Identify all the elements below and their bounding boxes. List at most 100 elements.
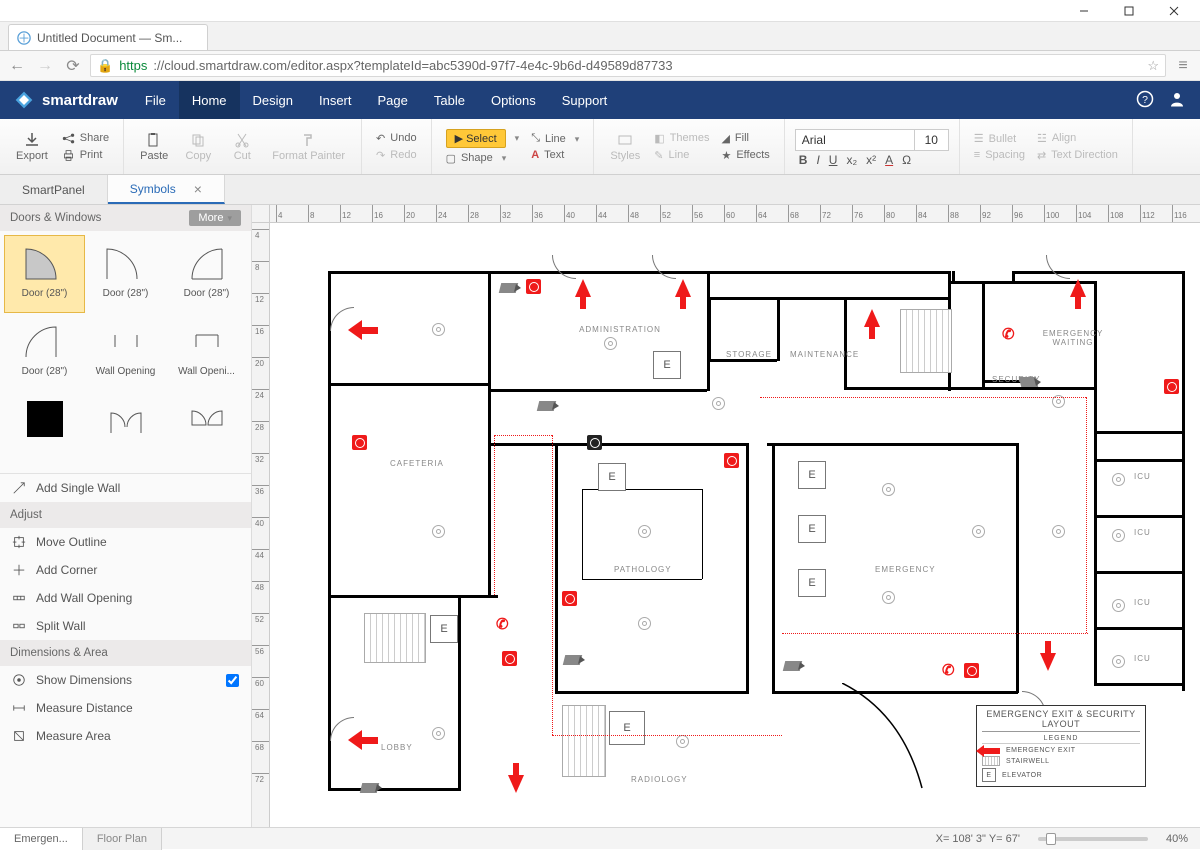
- font-name-input[interactable]: Arial: [795, 129, 915, 151]
- symbol-door-2[interactable]: Door (28"): [85, 235, 166, 313]
- sheet-tab-active[interactable]: Emergen...: [0, 828, 83, 850]
- legend-emergency-exit-label: EMERGENCY EXIT: [1006, 747, 1076, 754]
- tab-symbols[interactable]: Symbols ×: [108, 175, 225, 204]
- help-icon[interactable]: ?: [1136, 90, 1154, 111]
- effects-button[interactable]: ★Effects: [721, 149, 769, 162]
- symbol-door-1[interactable]: Door (28"): [4, 235, 85, 313]
- line2-label: Line: [669, 149, 690, 161]
- styles-button[interactable]: Styles: [602, 123, 648, 170]
- window-close-button[interactable]: [1151, 1, 1196, 21]
- door-arc-2: [330, 717, 354, 741]
- url-input[interactable]: 🔒 https://cloud.smartdraw.com/editor.asp…: [90, 54, 1166, 77]
- add-wall-opening-button[interactable]: Add Wall Opening: [0, 584, 251, 612]
- bookmark-star-icon[interactable]: ☆: [1147, 58, 1159, 74]
- split-wall-button[interactable]: Split Wall: [0, 612, 251, 640]
- browser-tab[interactable]: Untitled Document — Sm...: [8, 24, 208, 50]
- menu-table[interactable]: Table: [421, 81, 478, 119]
- sensor-3: [432, 525, 445, 538]
- symbol-wall-opening-1-label: Wall Opening: [96, 366, 156, 377]
- bold-button[interactable]: B: [799, 153, 808, 167]
- fill-button[interactable]: ◢Fill: [721, 132, 769, 145]
- redo-label: Redo: [390, 149, 416, 161]
- undo-button[interactable]: ↶Undo: [376, 132, 417, 145]
- menu-file[interactable]: File: [132, 81, 179, 119]
- measure-area-button[interactable]: Measure Area: [0, 722, 251, 750]
- menu-page[interactable]: Page: [365, 81, 421, 119]
- menu-home[interactable]: Home: [179, 81, 240, 119]
- symbol-double-door-2[interactable]: [166, 391, 247, 469]
- window-maximize-button[interactable]: [1106, 1, 1151, 21]
- copy-button[interactable]: Copy: [176, 123, 220, 170]
- nav-reload-button[interactable]: ⟳: [62, 55, 84, 77]
- show-dimensions-checkbox[interactable]: [226, 674, 239, 687]
- paste-label: Paste: [140, 150, 168, 162]
- themes-button[interactable]: ◧Themes: [654, 132, 709, 145]
- menu-design[interactable]: Design: [240, 81, 306, 119]
- shape-tool-button[interactable]: ▢Shape: [446, 152, 520, 165]
- close-symbols-tab-button[interactable]: ×: [194, 181, 202, 197]
- text-tool-button[interactable]: AText: [531, 149, 579, 161]
- elevator-path-1: E: [598, 463, 626, 491]
- menu-support[interactable]: Support: [549, 81, 621, 119]
- symbol-button[interactable]: Ω: [902, 153, 911, 167]
- window-minimize-button[interactable]: [1061, 1, 1106, 21]
- superscript-button[interactable]: x²: [866, 153, 876, 167]
- zoom-slider[interactable]: [1038, 837, 1148, 841]
- browser-menu-button[interactable]: ≡: [1172, 55, 1194, 77]
- zoom-handle[interactable]: [1046, 833, 1056, 845]
- drawing-canvas[interactable]: ADMINISTRATION STORAGE MAINTENANCE SECUR…: [270, 223, 1200, 827]
- select-tool-button[interactable]: ▶ Select: [446, 129, 520, 148]
- exit-arrow-2: [675, 279, 691, 297]
- more-button[interactable]: More: [189, 210, 241, 226]
- symbol-door-3[interactable]: Door (28"): [166, 235, 247, 313]
- elevator-left: E: [430, 615, 458, 643]
- show-dimensions-toggle[interactable]: Show Dimensions: [0, 666, 251, 694]
- elevator-emerg-1: E: [798, 461, 826, 489]
- text-direction-button[interactable]: ⇄Text Direction: [1037, 149, 1118, 162]
- elevator-emerg-3: E: [798, 569, 826, 597]
- tab-smartpanel[interactable]: SmartPanel: [0, 175, 108, 204]
- symbol-wall-opening-1[interactable]: Wall Opening: [85, 313, 166, 391]
- nav-forward-button[interactable]: →: [34, 55, 56, 77]
- nav-back-button[interactable]: ←: [6, 55, 28, 77]
- align-button[interactable]: ☳Align: [1037, 132, 1118, 145]
- italic-button[interactable]: I: [816, 153, 819, 167]
- format-painter-button[interactable]: Format Painter: [264, 123, 353, 170]
- symbol-wall-opening-2[interactable]: Wall Openi...: [166, 313, 247, 391]
- bullet-button[interactable]: ☰Bullet: [974, 132, 1025, 145]
- alarm-dark: [587, 435, 602, 450]
- symbol-solid[interactable]: [4, 391, 85, 469]
- measure-distance-button[interactable]: Measure Distance: [0, 694, 251, 722]
- underline-button[interactable]: U: [829, 153, 838, 167]
- room-icu-1-label: ICU: [1134, 472, 1151, 481]
- subscript-button[interactable]: x₂: [846, 153, 857, 167]
- paste-button[interactable]: Paste: [132, 123, 176, 170]
- user-icon[interactable]: [1168, 90, 1186, 111]
- menu-insert[interactable]: Insert: [306, 81, 365, 119]
- share-button[interactable]: Share: [62, 132, 109, 145]
- doors-windows-label: Doors & Windows: [10, 212, 101, 224]
- line-tool-button[interactable]: ⤡Line: [531, 132, 579, 145]
- move-outline-button[interactable]: Move Outline: [0, 528, 251, 556]
- room-administration-label: ADMINISTRATION: [565, 325, 675, 334]
- sheet-tab-floorplan[interactable]: Floor Plan: [83, 828, 162, 850]
- export-button[interactable]: Export: [8, 123, 56, 170]
- print-button[interactable]: Print: [62, 149, 109, 162]
- tab-symbols-label: Symbols: [130, 182, 176, 196]
- alarm-1: [526, 279, 541, 294]
- menubar-right: ?: [1136, 81, 1200, 119]
- font-color-button[interactable]: A: [885, 153, 893, 167]
- menu-options[interactable]: Options: [478, 81, 549, 119]
- ruler-corner: [252, 205, 270, 223]
- symbol-door-4[interactable]: Door (28"): [4, 313, 85, 391]
- line-style-button[interactable]: ✎Line: [654, 149, 709, 162]
- font-size-input[interactable]: 10: [915, 129, 949, 151]
- sensor-5: [638, 617, 651, 630]
- symbol-double-door-1[interactable]: [85, 391, 166, 469]
- spacing-button[interactable]: ≡Spacing: [974, 149, 1025, 161]
- add-single-wall-button[interactable]: Add Single Wall: [0, 474, 251, 502]
- legend-sub: LEGEND: [982, 734, 1140, 744]
- cut-button[interactable]: Cut: [220, 123, 264, 170]
- add-corner-button[interactable]: Add Corner: [0, 556, 251, 584]
- redo-button[interactable]: ↷Redo: [376, 149, 417, 162]
